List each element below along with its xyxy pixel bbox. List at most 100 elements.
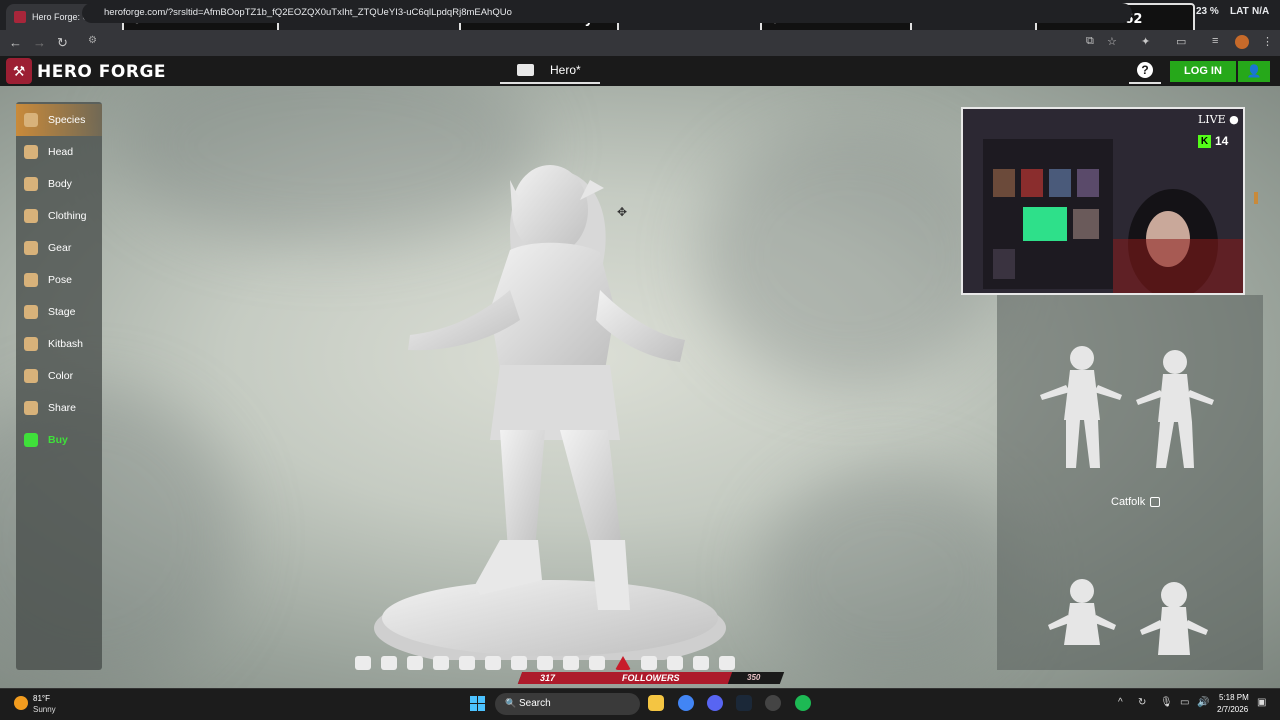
sidebar-item-label: Gear <box>48 242 72 254</box>
chrome-icon[interactable] <box>678 695 694 711</box>
weather-temp[interactable]: 81°F <box>33 694 50 703</box>
title-underline <box>500 82 600 84</box>
head-icon <box>24 145 38 159</box>
search-icon: 🔍 <box>505 698 517 708</box>
miniature-model[interactable] <box>360 140 740 660</box>
lang-readout: LAT <box>1230 6 1249 17</box>
sidebar-item-label: Head <box>48 146 74 158</box>
sidebar-item-species[interactable]: Species <box>16 104 102 136</box>
sidebar-item-buy[interactable]: Buy <box>16 424 102 456</box>
weather-condition[interactable]: Sunny <box>33 705 56 714</box>
back-icon[interactable]: ← <box>9 35 22 50</box>
sidebar-item-gear[interactable]: Gear <box>16 232 102 264</box>
heroforge-header <box>0 56 1280 86</box>
species-option-next[interactable] <box>1040 575 1230 660</box>
sidebar-item-label: Share <box>48 402 77 414</box>
reddit-icon <box>485 656 501 670</box>
facebook-icon <box>355 656 371 670</box>
sidebar-item-pose[interactable]: Pose <box>16 264 102 296</box>
discord-icon <box>459 656 475 670</box>
clock-time[interactable]: 5:18 PM <box>1219 693 1249 702</box>
sidebar-item-color[interactable]: Color <box>16 360 102 392</box>
folder-icon[interactable] <box>517 64 534 76</box>
start-button[interactable] <box>470 696 485 711</box>
help-underline <box>1129 82 1161 84</box>
user-account-icon[interactable]: 👤 <box>1238 61 1270 82</box>
obs-icon[interactable] <box>765 695 781 711</box>
microphone-icon[interactable]: 🎙 <box>1160 697 1173 708</box>
weather-sun-icon[interactable] <box>14 696 28 710</box>
menu-kebab-icon[interactable]: ⋮ <box>1262 35 1273 48</box>
install-icon[interactable]: ⧉ <box>1086 35 1094 48</box>
social-links <box>355 656 735 670</box>
sidebar-item-head[interactable]: Head <box>16 136 102 168</box>
taskbar-search[interactable]: Search <box>495 693 640 715</box>
share-icon <box>24 401 38 415</box>
sidebar-item-kitbash[interactable]: Kitbash <box>16 328 102 360</box>
site-info-icon[interactable]: ⚙ <box>88 35 97 46</box>
cart-icon <box>24 433 38 447</box>
twitch-icon <box>511 656 527 670</box>
sidebar-item-label: Kitbash <box>48 338 84 350</box>
sidebar-item-label: Stage <box>48 306 76 318</box>
heroforge-logo-icon[interactable]: ⚒ <box>6 58 32 84</box>
panel-scrollbar[interactable] <box>1254 192 1258 204</box>
brand-name[interactable]: HERO FORGE <box>37 62 166 82</box>
profile-avatar[interactable] <box>1235 35 1249 49</box>
media-icon[interactable]: ≡ <box>1212 35 1218 47</box>
pose-icon <box>24 273 38 287</box>
dna-icon <box>24 113 38 127</box>
follower-count: 317 <box>540 673 556 683</box>
calendar-icon <box>537 656 553 670</box>
sidebar-item-label: Color <box>48 370 74 382</box>
live-indicator: LIVE ● <box>1198 113 1239 126</box>
forward-icon[interactable]: → <box>33 35 46 50</box>
cube-icon <box>1150 497 1160 507</box>
project-title[interactable]: Hero* <box>550 63 581 77</box>
move-cursor-icon: ✥ <box>617 205 628 219</box>
follower-label: FOLLOWERS <box>622 673 680 683</box>
file-explorer-icon[interactable] <box>648 695 664 711</box>
body-icon <box>24 177 38 191</box>
viewer-count: K 14 <box>1198 134 1228 148</box>
bluesky-icon <box>381 656 397 670</box>
species-option-catfolk[interactable] <box>1030 340 1230 480</box>
live-label: LIVE <box>1198 113 1226 126</box>
gift-icon <box>693 656 709 670</box>
tray-sync-icon[interactable]: ↻ <box>1138 697 1146 708</box>
reload-icon[interactable]: ↻ <box>57 35 68 51</box>
kitbash-icon <box>24 337 38 351</box>
notifications-icon[interactable]: ▣ <box>1257 697 1266 708</box>
discord-app-icon[interactable] <box>707 695 723 711</box>
axes-icon <box>24 241 38 255</box>
sidebar-item-body[interactable]: Body <box>16 168 102 200</box>
steam-icon[interactable] <box>736 695 752 711</box>
follower-goal: 350 <box>747 673 761 682</box>
viewer-count-value: 14 <box>1215 134 1229 148</box>
sidebar-item-clothing[interactable]: Clothing <box>16 200 102 232</box>
sidepanel-icon[interactable]: ▭ <box>1176 35 1186 48</box>
bookmark-star-icon[interactable]: ☆ <box>1107 35 1117 48</box>
url-bar[interactable]: heroforge.com/?srsltid=AfmBOopTZ1b_fQ2EO… <box>82 3 1132 23</box>
shirt-icon <box>24 209 38 223</box>
sidebar-item-share[interactable]: Share <box>16 392 102 424</box>
sidebar-item-label: Species <box>48 114 86 126</box>
volume-icon[interactable]: 🔊 <box>1197 697 1209 708</box>
heroforge-favicon-icon <box>14 11 26 23</box>
help-icon[interactable]: ? <box>1137 62 1153 78</box>
settings-icon <box>641 656 657 670</box>
extensions-icon[interactable]: ✦ <box>1141 35 1150 48</box>
tray-chevron-icon[interactable]: ^ <box>1118 697 1123 708</box>
login-button[interactable]: LOG IN <box>1170 61 1236 82</box>
windows-taskbar <box>0 688 1280 720</box>
kick-icon: K <box>1198 134 1211 148</box>
sidebar-item-stage[interactable]: Stage <box>16 296 102 328</box>
instagram-icon <box>407 656 423 670</box>
share-icon <box>667 656 683 670</box>
network-icon[interactable]: ▭ <box>1180 697 1189 708</box>
sidebar-item-label: Body <box>48 178 72 190</box>
spotify-icon[interactable] <box>795 695 811 711</box>
youtube-icon <box>433 656 449 670</box>
clock-date[interactable]: 2/7/2026 <box>1217 705 1248 714</box>
species-label: Catfolk <box>1111 496 1146 508</box>
